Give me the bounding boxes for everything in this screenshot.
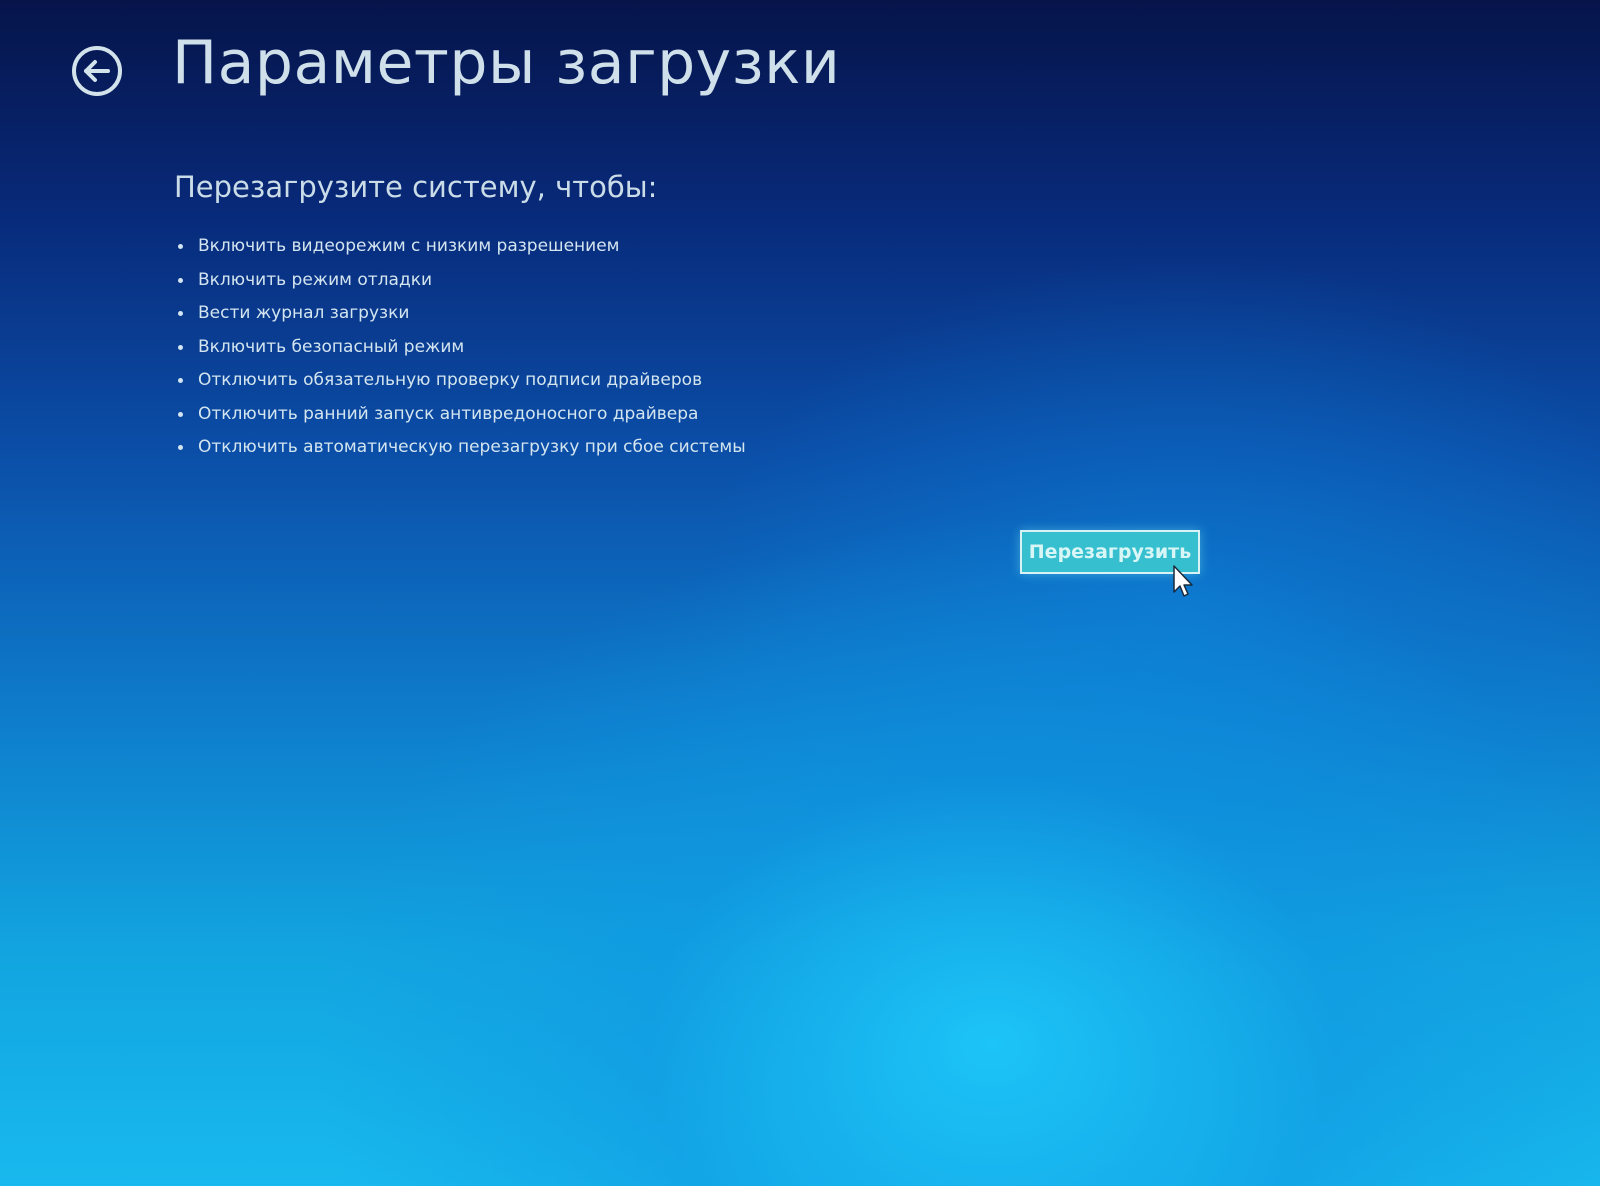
mouse-pointer-icon	[1172, 564, 1196, 600]
list-item: Вести журнал загрузки	[176, 299, 746, 333]
option-text: Включить безопасный режим	[198, 336, 465, 357]
bullet-icon	[178, 411, 183, 417]
bullet-icon	[178, 311, 183, 316]
list-item: Отключить ранний запуск антивредоносного…	[176, 400, 746, 434]
boot-settings-screen: Параметры загрузки Перезагрузите систему…	[0, 0, 1600, 1186]
list-item: Отключить обязательную проверку подписи …	[176, 366, 746, 400]
option-text: Включить режим отладки	[198, 269, 433, 290]
bullet-icon	[178, 344, 183, 350]
boot-options-list: Включить видеорежим с низким разрешением…	[176, 232, 746, 467]
list-item: Отключить автоматическую перезагрузку пр…	[176, 433, 746, 467]
option-text: Включить видеорежим с низким разрешением	[198, 236, 620, 256]
bullet-icon	[178, 378, 183, 383]
option-text: Вести журнал загрузки	[198, 303, 410, 323]
list-item: Включить видеорежим с низким разрешением	[176, 232, 746, 266]
bullet-icon	[178, 277, 183, 283]
list-item: Включить режим отладки	[176, 266, 746, 300]
page-title: Параметры загрузки	[172, 28, 841, 98]
back-button[interactable]	[70, 44, 124, 98]
option-text: Отключить обязательную проверку подписи …	[198, 370, 703, 390]
bullet-icon	[178, 244, 183, 249]
option-text: Отключить ранний запуск антивредоносного…	[198, 403, 699, 424]
page-subtitle: Перезагрузите систему, чтобы:	[174, 170, 658, 204]
back-arrow-circle-icon	[70, 44, 124, 98]
option-text: Отключить автоматическую перезагрузку пр…	[198, 437, 746, 457]
bullet-icon	[178, 445, 183, 450]
list-item: Включить безопасный режим	[176, 333, 746, 367]
